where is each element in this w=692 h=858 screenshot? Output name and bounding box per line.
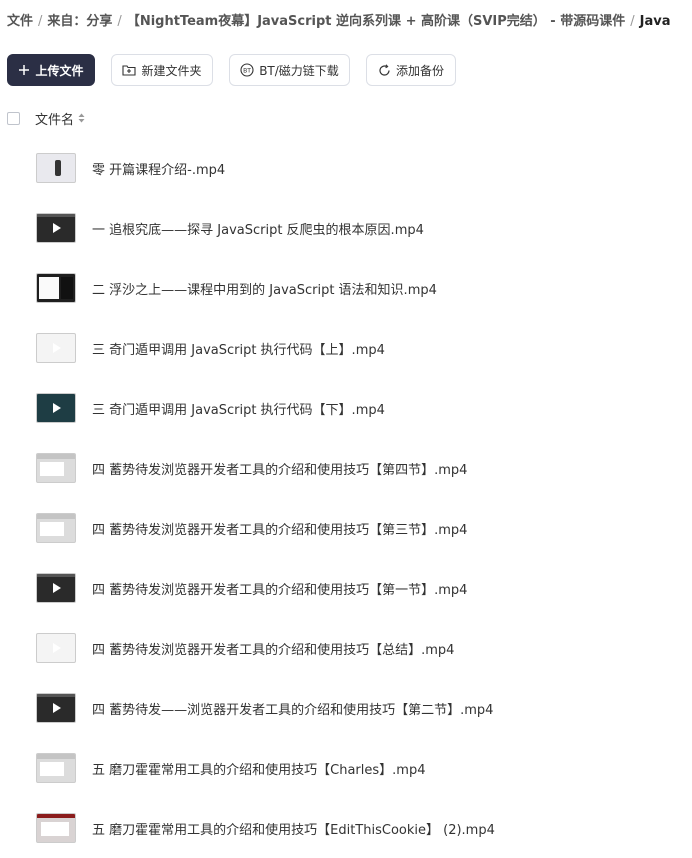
video-thumbnail[interactable] — [36, 633, 76, 663]
video-thumbnail[interactable] — [36, 573, 76, 603]
folder-plus-icon — [122, 64, 137, 76]
video-thumbnail[interactable] — [36, 693, 76, 723]
play-icon — [53, 463, 61, 473]
play-icon — [53, 763, 61, 773]
file-name[interactable]: 四 蓄势待发浏览器开发者工具的介绍和使用技巧【第四节】.mp4 — [92, 459, 467, 478]
play-icon — [53, 343, 61, 353]
file-row[interactable]: 四 蓄势待发——浏览器开发者工具的介绍和使用技巧【第二节】.mp4 — [0, 678, 692, 738]
video-thumbnail[interactable] — [36, 273, 76, 303]
breadcrumb-separator: / — [38, 14, 43, 29]
breadcrumb-item-shared[interactable]: 来自：分享 — [47, 14, 112, 29]
file-name[interactable]: 一 追根究底——探寻 JavaScript 反爬虫的根本原因.mp4 — [92, 219, 424, 238]
video-thumbnail[interactable] — [36, 393, 76, 423]
video-thumbnail[interactable] — [36, 453, 76, 483]
video-thumbnail[interactable] — [36, 153, 76, 183]
file-name[interactable]: 三 奇门遁甲调用 JavaScript 执行代码【下】.mp4 — [92, 399, 385, 418]
file-name[interactable]: 五 磨刀霍霍常用工具的介绍和使用技巧【Charles】.mp4 — [92, 759, 425, 778]
play-icon — [53, 523, 61, 533]
breadcrumb-separator: / — [630, 14, 635, 29]
file-row[interactable]: 零 开篇课程介绍-.mp4 — [0, 138, 692, 198]
file-row[interactable]: 一 追根究底——探寻 JavaScript 反爬虫的根本原因.mp4 — [0, 198, 692, 258]
file-row[interactable]: 五 磨刀霍霍常用工具的介绍和使用技巧【Charles】.mp4 — [0, 738, 692, 798]
file-name[interactable]: 四 蓄势待发浏览器开发者工具的介绍和使用技巧【第一节】.mp4 — [92, 579, 467, 598]
svg-text:BT: BT — [243, 68, 251, 75]
play-icon — [53, 643, 61, 653]
file-name[interactable]: 零 开篇课程介绍-.mp4 — [92, 159, 225, 178]
file-name[interactable]: 四 蓄势待发浏览器开发者工具的介绍和使用技巧【第三节】.mp4 — [92, 519, 467, 538]
breadcrumb-item-current: Java — [639, 14, 671, 29]
file-row[interactable]: 三 奇门遁甲调用 JavaScript 执行代码【下】.mp4 — [0, 378, 692, 438]
file-row[interactable]: 四 蓄势待发浏览器开发者工具的介绍和使用技巧【第一节】.mp4 — [0, 558, 692, 618]
video-thumbnail[interactable] — [36, 213, 76, 243]
breadcrumb-separator: / — [117, 14, 122, 29]
file-list-header: 文件名 — [7, 107, 85, 129]
file-name[interactable]: 二 浮沙之上——课程中用到的 JavaScript 语法和知识.mp4 — [92, 279, 437, 298]
file-name[interactable]: 四 蓄势待发浏览器开发者工具的介绍和使用技巧【总结】.mp4 — [92, 639, 454, 658]
video-thumbnail[interactable] — [36, 513, 76, 543]
video-thumbnail[interactable] — [36, 813, 76, 843]
file-name[interactable]: 五 磨刀霍霍常用工具的介绍和使用技巧【EditThisCookie】 (2).m… — [92, 819, 495, 838]
file-name[interactable]: 三 奇门遁甲调用 JavaScript 执行代码【上】.mp4 — [92, 339, 385, 358]
select-all-checkbox[interactable] — [7, 111, 20, 125]
file-row[interactable]: 三 奇门遁甲调用 JavaScript 执行代码【上】.mp4 — [0, 318, 692, 378]
file-row[interactable]: 四 蓄势待发浏览器开发者工具的介绍和使用技巧【第三节】.mp4 — [0, 498, 692, 558]
new-folder-button[interactable]: 新建文件夹 — [111, 54, 213, 86]
file-row[interactable]: 四 蓄势待发浏览器开发者工具的介绍和使用技巧【总结】.mp4 — [0, 618, 692, 678]
play-icon — [53, 403, 61, 413]
play-icon — [53, 703, 61, 713]
file-name[interactable]: 四 蓄势待发——浏览器开发者工具的介绍和使用技巧【第二节】.mp4 — [92, 699, 493, 718]
file-row[interactable]: 五 磨刀霍霍常用工具的介绍和使用技巧【EditThisCookie】 (2).m… — [0, 798, 692, 858]
video-thumbnail[interactable] — [36, 333, 76, 363]
file-row[interactable]: 四 蓄势待发浏览器开发者工具的介绍和使用技巧【第四节】.mp4 — [0, 438, 692, 498]
add-backup-button[interactable]: 添加备份 — [366, 54, 456, 86]
refresh-icon — [378, 63, 391, 77]
bt-download-label: BT/磁力链下载 — [259, 63, 339, 78]
filename-column-header[interactable]: 文件名 — [35, 109, 74, 128]
video-thumbnail[interactable] — [36, 753, 76, 783]
sort-icon[interactable] — [78, 113, 85, 123]
breadcrumb-item-course[interactable]: 【NightTeam夜幕】JavaScript 逆向系列课 + 高阶课（SVIP… — [127, 14, 625, 29]
breadcrumb: 文件 / 来自：分享 / 【NightTeam夜幕】JavaScript 逆向系列课 +… — [7, 12, 692, 32]
play-icon — [53, 583, 61, 593]
upload-button[interactable]: 上传文件 — [7, 54, 95, 86]
bt-icon: BT — [240, 63, 254, 77]
new-folder-label: 新建文件夹 — [141, 63, 202, 78]
breadcrumb-item-files[interactable]: 文件 — [7, 14, 33, 29]
add-backup-label: 添加备份 — [395, 63, 444, 78]
play-icon — [53, 223, 61, 233]
plus-icon — [18, 64, 30, 76]
upload-button-label: 上传文件 — [35, 63, 84, 78]
bt-download-button[interactable]: BT BT/磁力链下载 — [229, 54, 350, 86]
file-row[interactable]: 二 浮沙之上——课程中用到的 JavaScript 语法和知识.mp4 — [0, 258, 692, 318]
